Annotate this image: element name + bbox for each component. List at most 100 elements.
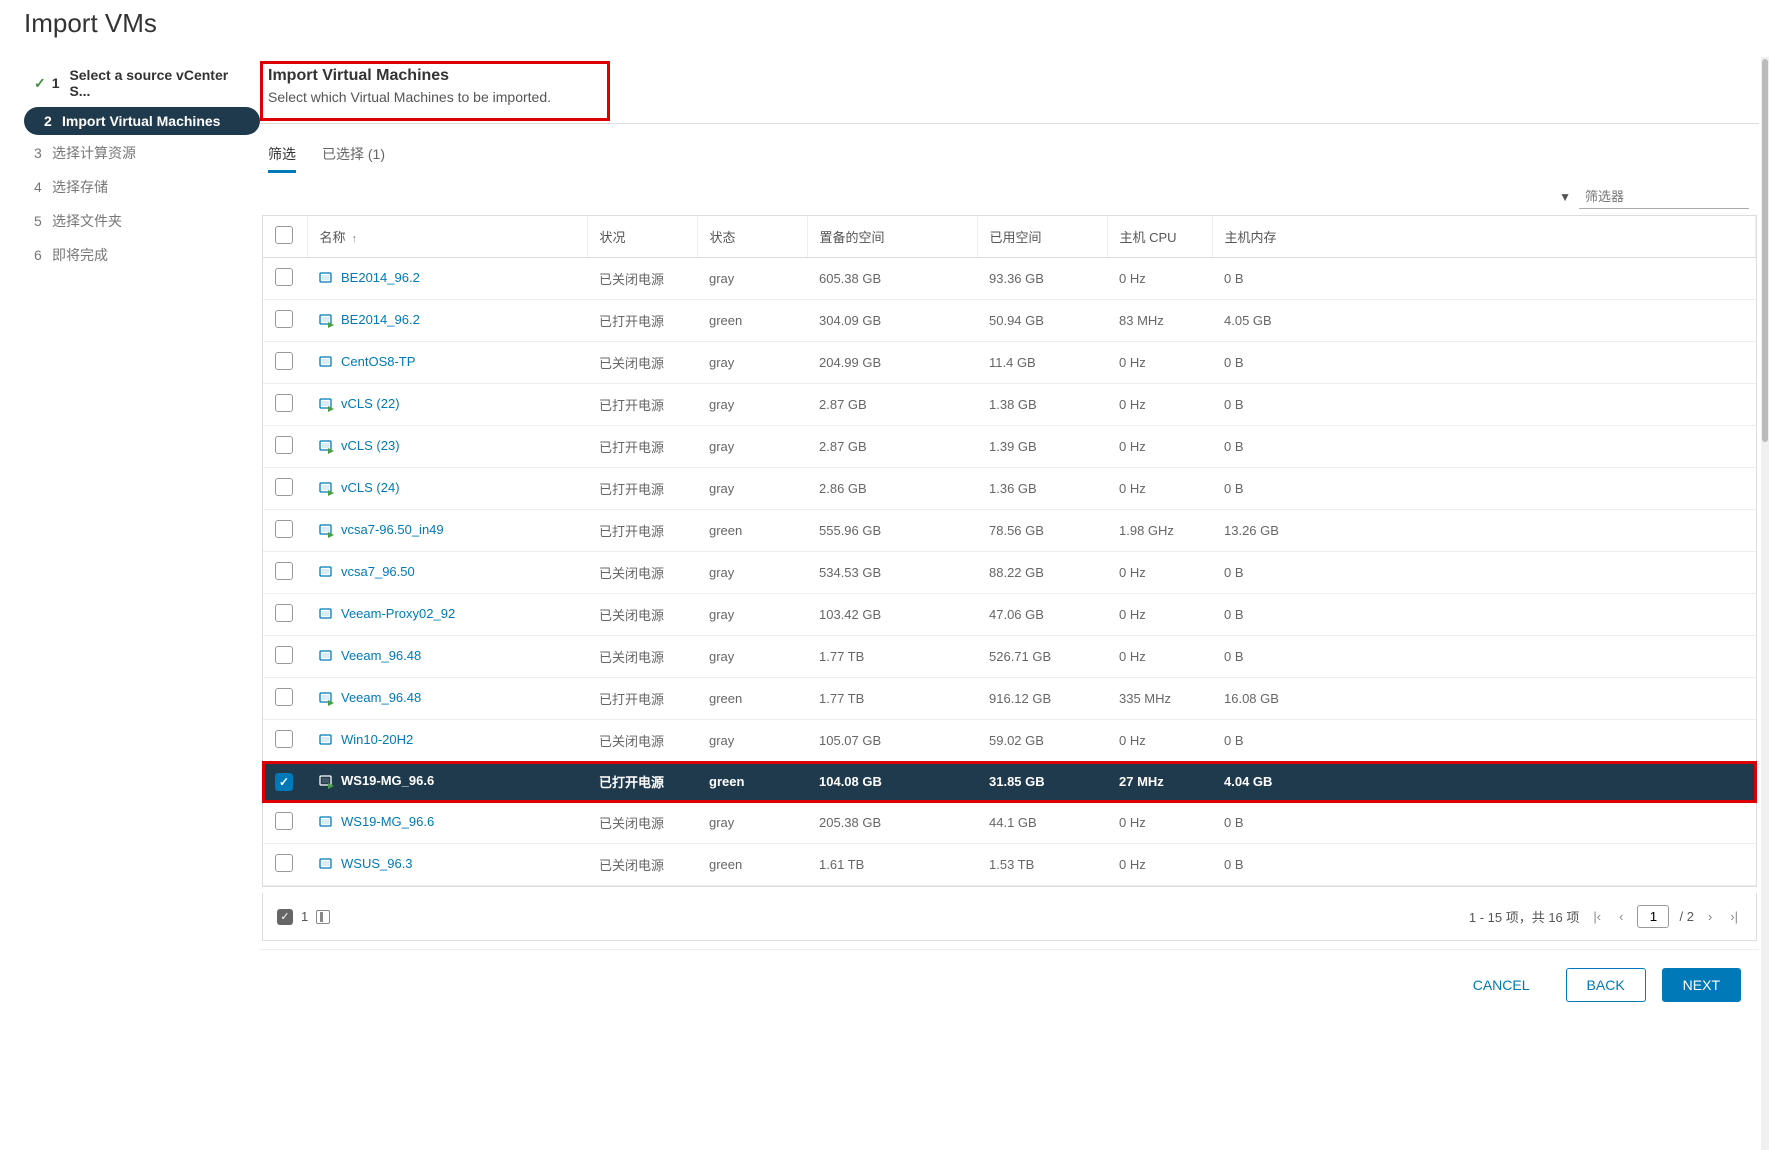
table-row[interactable]: Veeam_96.48已关闭电源gray1.77 TB526.71 GB0 Hz…: [263, 636, 1756, 678]
next-button[interactable]: NEXT: [1662, 968, 1741, 1002]
table-row[interactable]: Win10-20H2已关闭电源gray105.07 GB59.02 GB0 Hz…: [263, 720, 1756, 762]
vm-name-link[interactable]: vcsa7_96.50: [341, 564, 415, 579]
row-checkbox[interactable]: [275, 812, 293, 830]
table-row[interactable]: BE2014_96.2已关闭电源gray605.38 GB93.36 GB0 H…: [263, 258, 1756, 300]
select-all-checkbox[interactable]: [275, 226, 293, 244]
table-row[interactable]: ✓WS19-MG_96.6已打开电源green104.08 GB31.85 GB…: [263, 762, 1756, 802]
table-row[interactable]: WSUS_96.3已关闭电源green1.61 TB1.53 TB0 Hz0 B: [263, 844, 1756, 886]
table-row[interactable]: vcsa7_96.50已关闭电源gray534.53 GB88.22 GB0 H…: [263, 552, 1756, 594]
cell-provisioned: 1.61 TB: [807, 844, 977, 886]
cell-used: 44.1 GB: [977, 802, 1107, 844]
cell-power: 已关闭电源: [587, 844, 697, 886]
col-header-mem[interactable]: 主机内存: [1212, 216, 1756, 258]
table-row[interactable]: vCLS (23)已打开电源gray2.87 GB1.39 GB0 Hz0 B: [263, 426, 1756, 468]
vm-icon: [319, 774, 335, 790]
tab-selected[interactable]: 已选择 (1): [322, 138, 385, 173]
vm-name-link[interactable]: WS19-MG_96.6: [341, 814, 434, 829]
cell-used: 78.56 GB: [977, 510, 1107, 552]
wizard-step-5[interactable]: 5 选择文件夹: [24, 205, 260, 237]
vm-icon: [319, 271, 335, 287]
table-row[interactable]: WS19-MG_96.6已关闭电源gray205.38 GB44.1 GB0 H…: [263, 802, 1756, 844]
col-header-provisioned[interactable]: 置备的空间: [807, 216, 977, 258]
table-row[interactable]: vCLS (22)已打开电源gray2.87 GB1.38 GB0 Hz0 B: [263, 384, 1756, 426]
filter-input[interactable]: [1579, 185, 1749, 209]
cell-status: gray: [697, 720, 807, 762]
cell-cpu: 0 Hz: [1107, 342, 1212, 384]
row-checkbox[interactable]: [275, 646, 293, 664]
table-row[interactable]: Veeam_96.48已打开电源green1.77 TB916.12 GB335…: [263, 678, 1756, 720]
tab-filter[interactable]: 筛选: [268, 138, 296, 173]
row-checkbox[interactable]: [275, 854, 293, 872]
table-row[interactable]: CentOS8-TP已关闭电源gray204.99 GB11.4 GB0 Hz0…: [263, 342, 1756, 384]
filter-icon[interactable]: ▼: [1559, 190, 1571, 204]
row-checkbox[interactable]: [275, 310, 293, 328]
cell-used: 47.06 GB: [977, 594, 1107, 636]
pager-next-icon[interactable]: ›: [1704, 907, 1716, 926]
vm-name-link[interactable]: WS19-MG_96.6: [341, 773, 434, 788]
vm-name-link[interactable]: Veeam-Proxy02_92: [341, 606, 455, 621]
col-header-status[interactable]: 状态: [697, 216, 807, 258]
row-checkbox[interactable]: [275, 352, 293, 370]
vm-name-link[interactable]: vCLS (22): [341, 396, 400, 411]
column-toggle-icon[interactable]: [316, 910, 330, 924]
cell-power: 已打开电源: [587, 426, 697, 468]
wizard-step-1[interactable]: ✓1 Select a source vCenter S...: [24, 61, 260, 105]
step-label: 选择文件夹: [52, 211, 122, 231]
cell-cpu: 335 MHz: [1107, 678, 1212, 720]
col-header-power[interactable]: 状况: [587, 216, 697, 258]
pager-prev-icon[interactable]: ‹: [1615, 907, 1627, 926]
row-checkbox[interactable]: [275, 478, 293, 496]
vm-icon: [319, 397, 335, 413]
vm-name-link[interactable]: WSUS_96.3: [341, 856, 413, 871]
vm-icon: [319, 691, 335, 707]
row-checkbox[interactable]: [275, 520, 293, 538]
vm-table: 名称↑ 状况 状态 置备的空间 已用空间 主机 CPU 主机内存 BE2014_…: [263, 216, 1756, 886]
table-row[interactable]: vCLS (24)已打开电源gray2.86 GB1.36 GB0 Hz0 B: [263, 468, 1756, 510]
cancel-button[interactable]: CANCEL: [1453, 969, 1550, 1001]
cell-mem: 0 B: [1212, 636, 1756, 678]
wizard-step-3[interactable]: 3 选择计算资源: [24, 137, 260, 169]
col-header-cpu[interactable]: 主机 CPU: [1107, 216, 1212, 258]
table-row[interactable]: vcsa7-96.50_in49已打开电源green555.96 GB78.56…: [263, 510, 1756, 552]
wizard-step-4[interactable]: 4 选择存储: [24, 171, 260, 203]
row-checkbox[interactable]: [275, 436, 293, 454]
cell-status: gray: [697, 552, 807, 594]
pager-first-icon[interactable]: |‹: [1589, 907, 1605, 926]
row-checkbox[interactable]: ✓: [275, 773, 293, 791]
back-button[interactable]: BACK: [1566, 968, 1646, 1002]
vm-name-link[interactable]: vCLS (24): [341, 480, 400, 495]
wizard-step-6[interactable]: 6 即将完成: [24, 239, 260, 271]
table-row[interactable]: Veeam-Proxy02_92已关闭电源gray103.42 GB47.06 …: [263, 594, 1756, 636]
step-label: Import Virtual Machines: [62, 113, 220, 129]
cell-status: gray: [697, 636, 807, 678]
vm-name-link[interactable]: Win10-20H2: [341, 732, 413, 747]
scrollbar[interactable]: [1761, 57, 1769, 1150]
cell-provisioned: 104.08 GB: [807, 762, 977, 802]
cell-cpu: 0 Hz: [1107, 552, 1212, 594]
row-checkbox[interactable]: [275, 730, 293, 748]
selection-count: 1: [301, 909, 308, 924]
row-checkbox[interactable]: [275, 604, 293, 622]
cell-mem: 0 B: [1212, 468, 1756, 510]
vm-name-link[interactable]: Veeam_96.48: [341, 690, 421, 705]
vm-name-link[interactable]: vcsa7-96.50_in49: [341, 522, 444, 537]
row-checkbox[interactable]: [275, 688, 293, 706]
col-header-used[interactable]: 已用空间: [977, 216, 1107, 258]
pager-page-input[interactable]: [1637, 905, 1669, 928]
row-checkbox[interactable]: [275, 394, 293, 412]
vm-name-link[interactable]: CentOS8-TP: [341, 354, 415, 369]
table-row[interactable]: BE2014_96.2已打开电源green304.09 GB50.94 GB83…: [263, 300, 1756, 342]
row-checkbox[interactable]: [275, 268, 293, 286]
cell-power: 已打开电源: [587, 762, 697, 802]
vm-name-link[interactable]: BE2014_96.2: [341, 270, 420, 285]
col-header-name[interactable]: 名称↑: [307, 216, 587, 258]
cell-power: 已关闭电源: [587, 802, 697, 844]
vm-name-link[interactable]: Veeam_96.48: [341, 648, 421, 663]
cell-provisioned: 1.77 TB: [807, 678, 977, 720]
vm-name-link[interactable]: vCLS (23): [341, 438, 400, 453]
cell-power: 已关闭电源: [587, 258, 697, 300]
pager-last-icon[interactable]: ›|: [1726, 907, 1742, 926]
vm-name-link[interactable]: BE2014_96.2: [341, 312, 420, 327]
row-checkbox[interactable]: [275, 562, 293, 580]
cell-mem: 4.05 GB: [1212, 300, 1756, 342]
